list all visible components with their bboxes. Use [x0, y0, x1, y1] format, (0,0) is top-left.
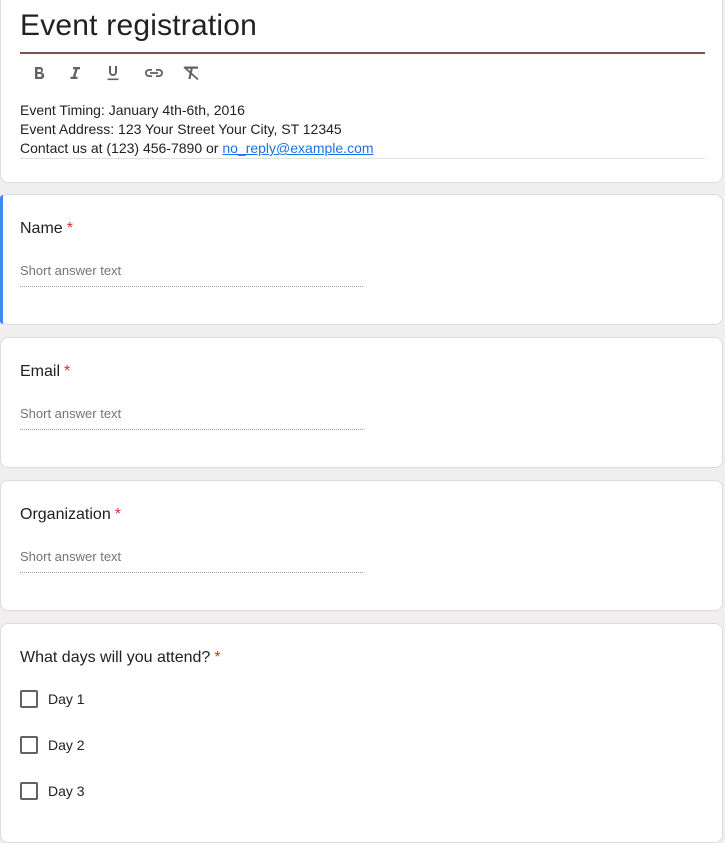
- question-title-email: Email *: [20, 363, 70, 381]
- question-card-email[interactable]: Email * Short answer text: [0, 337, 723, 468]
- checkbox[interactable]: [20, 736, 38, 754]
- question-label: What days will you attend?: [20, 649, 211, 666]
- checkbox[interactable]: [20, 690, 38, 708]
- option-label: Day 1: [48, 691, 85, 707]
- form-title-card[interactable]: Event registration Event Timing: January…: [0, 0, 723, 183]
- short-answer-input-email[interactable]: Short answer text: [20, 406, 363, 430]
- form-description[interactable]: Event Timing: January 4th-6th, 2016 Even…: [20, 101, 374, 158]
- checkbox-option-day-2[interactable]: Day 2: [20, 736, 85, 754]
- option-label: Day 2: [48, 737, 85, 753]
- text-format-toolbar: [20, 63, 210, 83]
- bold-icon[interactable]: [20, 63, 58, 83]
- checkbox-option-day-3[interactable]: Day 3: [20, 782, 85, 800]
- description-underline: [20, 158, 705, 159]
- required-asterisk: *: [66, 220, 73, 237]
- contact-email-link[interactable]: no_reply@example.com: [222, 140, 373, 156]
- question-label: Email: [20, 363, 61, 380]
- checkbox[interactable]: [20, 782, 38, 800]
- link-icon[interactable]: [134, 63, 172, 83]
- italic-icon[interactable]: [58, 63, 96, 83]
- short-answer-input-organization[interactable]: Short answer text: [20, 549, 363, 573]
- description-address: Event Address: 123 Your Street Your City…: [20, 121, 342, 137]
- option-label: Day 3: [48, 783, 85, 799]
- form-title[interactable]: Event registration: [20, 9, 257, 43]
- contact-text: Contact us at (123) 456-7890 or: [20, 140, 223, 156]
- short-answer-input-name[interactable]: Short answer text: [20, 263, 363, 287]
- question-card-name[interactable]: Name * Short answer text: [0, 194, 723, 325]
- question-title-organization: Organization *: [20, 506, 121, 524]
- underline-icon[interactable]: [96, 63, 134, 83]
- question-title-days: What days will you attend? *: [20, 649, 221, 667]
- question-label: Name: [20, 220, 63, 237]
- required-asterisk: *: [64, 363, 71, 380]
- clear-formatting-icon[interactable]: [172, 63, 210, 83]
- description-contact: Contact us at (123) 456-7890 or no_reply…: [20, 139, 374, 158]
- required-asterisk: *: [214, 649, 221, 666]
- checkbox-option-day-1[interactable]: Day 1: [20, 690, 85, 708]
- description-timing: Event Timing: January 4th-6th, 2016: [20, 102, 245, 118]
- question-label: Organization: [20, 506, 111, 523]
- required-asterisk: *: [114, 506, 121, 523]
- question-card-days[interactable]: What days will you attend? * Day 1 Day 2 …: [0, 623, 723, 843]
- question-title-name: Name *: [20, 220, 73, 238]
- title-underline: [20, 52, 705, 54]
- question-card-organization[interactable]: Organization * Short answer text: [0, 480, 723, 611]
